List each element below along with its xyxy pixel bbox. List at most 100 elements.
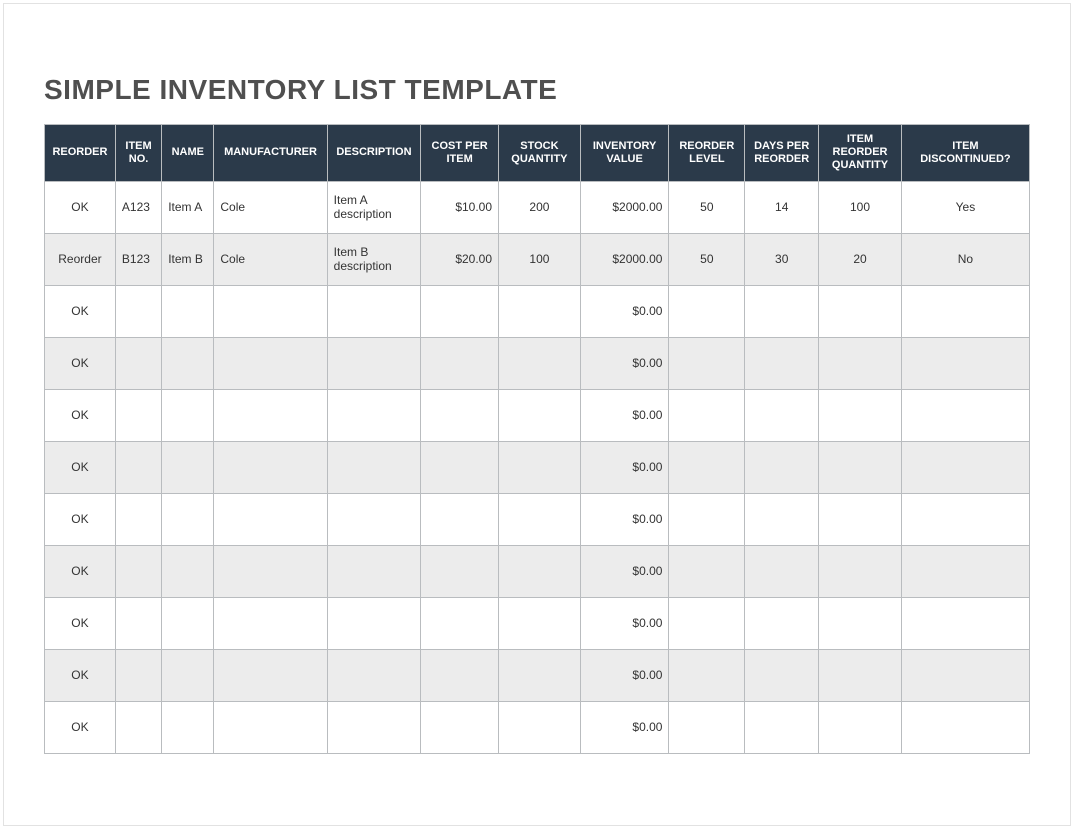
cell-item-discontinued <box>901 337 1029 389</box>
cell-stock-quantity <box>499 389 581 441</box>
cell-name <box>162 337 214 389</box>
table-row: OK $0.00 <box>45 701 1030 753</box>
cell-days-per-reorder <box>745 649 819 701</box>
cell-item-reorder-quantity <box>819 441 902 493</box>
table-row: OK$0.00 <box>45 545 1030 597</box>
cell-item-reorder-quantity <box>819 597 902 649</box>
cell-inventory-value: $0.00 <box>580 389 669 441</box>
cell-name <box>162 493 214 545</box>
cell-cost-per-item <box>421 493 499 545</box>
cell-description <box>327 285 421 337</box>
cell-item-discontinued <box>901 493 1029 545</box>
cell-reorder: OK <box>45 441 116 493</box>
cell-item-no <box>115 389 161 441</box>
cell-manufacturer <box>214 545 327 597</box>
cell-reorder-level <box>669 545 745 597</box>
table-row: OKA123Item AColeItem A description$10.00… <box>45 181 1030 233</box>
cell-cost-per-item: $20.00 <box>421 233 499 285</box>
cell-inventory-value: $0.00 <box>580 545 669 597</box>
cell-item-reorder-quantity <box>819 649 902 701</box>
cell-days-per-reorder <box>745 545 819 597</box>
cell-reorder-level: 50 <box>669 181 745 233</box>
cell-reorder-level <box>669 701 745 753</box>
cell-item-discontinued <box>901 649 1029 701</box>
cell-days-per-reorder <box>745 389 819 441</box>
cell-reorder: OK <box>45 337 116 389</box>
cell-inventory-value: $0.00 <box>580 649 669 701</box>
cell-reorder: OK <box>45 701 116 753</box>
cell-item-discontinued: Yes <box>901 181 1029 233</box>
cell-days-per-reorder <box>745 597 819 649</box>
cell-name <box>162 285 214 337</box>
cell-reorder: OK <box>45 285 116 337</box>
cell-name <box>162 389 214 441</box>
page: SIMPLE INVENTORY LIST TEMPLATE REORDER <box>0 0 1074 829</box>
cell-manufacturer: Cole <box>214 233 327 285</box>
cell-item-discontinued <box>901 545 1029 597</box>
cell-manufacturer <box>214 389 327 441</box>
cell-name <box>162 649 214 701</box>
cell-name: Item B <box>162 233 214 285</box>
header-item-reorder-quantity: ITEM REORDER QUANTITY <box>819 125 902 182</box>
cell-name <box>162 441 214 493</box>
cell-days-per-reorder: 30 <box>745 233 819 285</box>
cell-stock-quantity: 200 <box>499 181 581 233</box>
cell-item-discontinued <box>901 597 1029 649</box>
cell-description <box>327 441 421 493</box>
table-row: OK$0.00 <box>45 597 1030 649</box>
cell-stock-quantity <box>499 701 581 753</box>
cell-cost-per-item <box>421 597 499 649</box>
header-description: DESCRIPTION <box>327 125 421 182</box>
cell-reorder: OK <box>45 493 116 545</box>
cell-manufacturer <box>214 493 327 545</box>
cell-stock-quantity <box>499 441 581 493</box>
cell-inventory-value: $2000.00 <box>580 233 669 285</box>
cell-name <box>162 701 214 753</box>
document-frame: SIMPLE INVENTORY LIST TEMPLATE REORDER <box>3 3 1071 826</box>
cell-cost-per-item <box>421 441 499 493</box>
cell-inventory-value: $0.00 <box>580 701 669 753</box>
table-row: ReorderB123Item BColeItem B description$… <box>45 233 1030 285</box>
cell-item-no <box>115 441 161 493</box>
header-reorder: REORDER <box>45 125 116 182</box>
cell-item-no: A123 <box>115 181 161 233</box>
cell-item-no <box>115 649 161 701</box>
cell-description <box>327 337 421 389</box>
cell-name <box>162 545 214 597</box>
cell-inventory-value: $2000.00 <box>580 181 669 233</box>
cell-stock-quantity <box>499 285 581 337</box>
cell-reorder-level <box>669 493 745 545</box>
cell-item-discontinued <box>901 285 1029 337</box>
header-days-per-reorder: DAYS PER REORDER <box>745 125 819 182</box>
cell-reorder-level <box>669 597 745 649</box>
cell-cost-per-item <box>421 701 499 753</box>
cell-days-per-reorder <box>745 337 819 389</box>
cell-inventory-value: $0.00 <box>580 441 669 493</box>
cell-manufacturer <box>214 337 327 389</box>
table-body: OKA123Item AColeItem A description$10.00… <box>45 181 1030 753</box>
inventory-table: REORDER ITEM NO. NAME MANUFACTURER DESCR… <box>44 124 1030 754</box>
cell-item-discontinued <box>901 441 1029 493</box>
cell-item-reorder-quantity: 100 <box>819 181 902 233</box>
table-row: OK $0.00 <box>45 441 1030 493</box>
cell-cost-per-item <box>421 649 499 701</box>
header-stock-quantity: STOCK QUANTITY <box>499 125 581 182</box>
cell-inventory-value: $0.00 <box>580 597 669 649</box>
page-title: SIMPLE INVENTORY LIST TEMPLATE <box>44 74 1030 106</box>
cell-stock-quantity <box>499 337 581 389</box>
cell-stock-quantity <box>499 649 581 701</box>
cell-cost-per-item <box>421 545 499 597</box>
header-name: NAME <box>162 125 214 182</box>
cell-stock-quantity: 100 <box>499 233 581 285</box>
table-row: OK$0.00 <box>45 337 1030 389</box>
cell-item-discontinued <box>901 701 1029 753</box>
cell-item-reorder-quantity <box>819 701 902 753</box>
cell-days-per-reorder <box>745 441 819 493</box>
cell-item-reorder-quantity <box>819 337 902 389</box>
cell-days-per-reorder <box>745 285 819 337</box>
table-row: OK$0.00 <box>45 493 1030 545</box>
cell-item-no <box>115 545 161 597</box>
cell-manufacturer <box>214 441 327 493</box>
cell-item-discontinued <box>901 389 1029 441</box>
cell-reorder-level <box>669 389 745 441</box>
